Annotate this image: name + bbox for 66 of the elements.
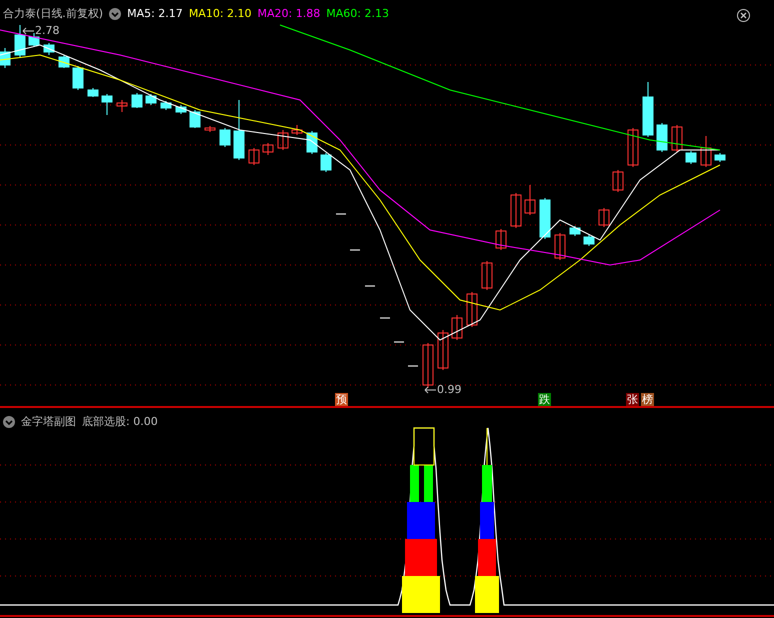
candlestick: [320, 152, 332, 172]
candlestick: [612, 170, 624, 192]
candlestick: [278, 130, 288, 150]
signal-marker: 跌: [538, 393, 551, 406]
candlestick: [524, 184, 536, 216]
candlestick: [714, 152, 726, 162]
candlestick: [540, 198, 550, 240]
high-price-label: 2.78: [35, 24, 60, 37]
indicator-reading: 底部选股: 0.00: [82, 414, 158, 429]
candlestick: [28, 32, 40, 48]
signal-marker: 张: [626, 393, 639, 406]
histogram-bar: [478, 539, 496, 576]
histogram-bar: [475, 576, 499, 613]
indicator-label: MA10: 2.10: [188, 7, 252, 20]
histogram-bar: [480, 502, 494, 539]
chart-title: 合力泰(日线.前复权): [3, 6, 104, 21]
candlestick: [234, 100, 244, 160]
low-price-label: 0.99: [437, 383, 462, 396]
candlestick: [554, 232, 566, 260]
signal-marker: 预: [335, 393, 348, 406]
candlestick: [452, 314, 462, 340]
candlestick: [116, 100, 128, 112]
candlestick: [686, 150, 696, 164]
indicator-title: 金字塔副图: [21, 414, 76, 429]
candlestick: [88, 88, 98, 98]
candlestick: [598, 208, 610, 228]
candlestick: [672, 124, 682, 152]
candlestick: [292, 124, 302, 136]
candlestick: [190, 110, 200, 128]
candlestick: [58, 54, 70, 68]
indicator-label: MA60: 2.13: [326, 7, 389, 20]
candlestick: [482, 260, 492, 290]
candlestick: [700, 136, 712, 168]
candlestick: [656, 122, 668, 152]
candlestick: [72, 66, 84, 90]
candlestick: [146, 94, 156, 106]
candlestick: [102, 94, 112, 116]
dropdown-icon[interactable]: [109, 8, 122, 20]
candlestick: [44, 42, 54, 56]
candlestick: [0, 48, 10, 68]
candlestick: [466, 292, 478, 328]
candlestick: [422, 342, 434, 388]
candlestick: [262, 142, 274, 156]
candlestick: [132, 92, 142, 108]
indicator-label: MA5: 2.17: [127, 7, 183, 20]
close-icon[interactable]: [737, 9, 750, 22]
arrow-icon: [22, 26, 34, 34]
candlestick: [642, 82, 654, 138]
candlestick: [628, 128, 638, 168]
candlestick: [176, 104, 186, 114]
candlestick: [220, 128, 230, 148]
candlestick: [14, 24, 26, 58]
candlestick: [584, 234, 594, 246]
candlestick: [438, 330, 448, 370]
candlestick: [248, 148, 260, 166]
candlestick: [496, 228, 506, 250]
candlestick: [570, 226, 580, 236]
histogram-bar: [405, 539, 437, 576]
indicator-label: MA20: 1.88: [258, 7, 320, 20]
candlestick: [204, 126, 216, 132]
signal-marker: 榜: [641, 393, 654, 406]
candlestick: [510, 192, 522, 228]
dropdown-icon[interactable]: [3, 416, 15, 428]
arrow-icon: [424, 386, 436, 394]
histogram-bar: [402, 576, 440, 613]
candlestick: [160, 100, 172, 110]
